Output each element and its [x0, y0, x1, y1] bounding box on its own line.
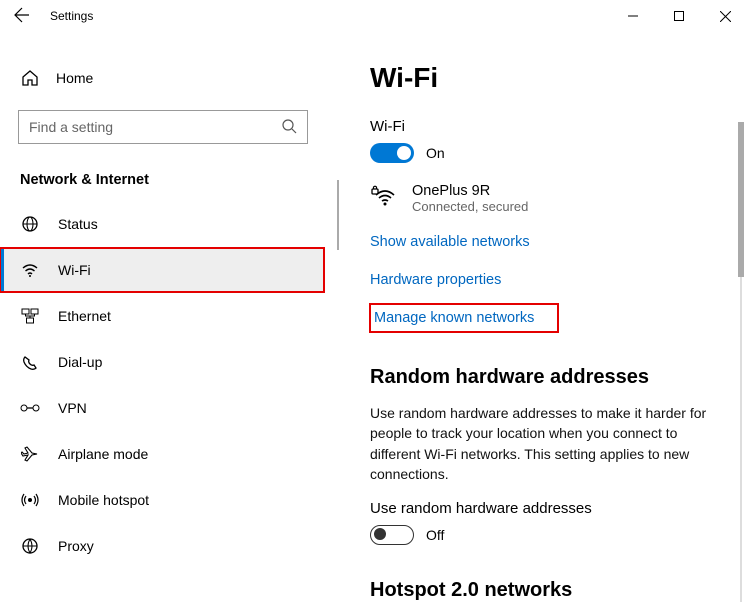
sidebar-item-proxy[interactable]: Proxy [0, 524, 324, 568]
ethernet-icon [20, 306, 40, 326]
search-input[interactable]: Find a setting [18, 110, 308, 144]
sidebar-item-dialup[interactable]: Dial-up [0, 340, 324, 384]
page-title: Wi-Fi [370, 62, 708, 94]
random-toggle-label: Use random hardware addresses [370, 500, 708, 517]
random-addresses-heading: Random hardware addresses [370, 366, 708, 389]
titlebar: Settings [0, 0, 748, 32]
random-addresses-description: Use random hardware addresses to make it… [370, 403, 708, 484]
close-button[interactable] [702, 0, 748, 32]
status-icon [20, 214, 40, 234]
hotspot-heading: Hotspot 2.0 networks [370, 579, 708, 602]
sidebar-item-ethernet[interactable]: Ethernet [0, 294, 324, 338]
sidebar: Home Find a setting Network & Internet S… [0, 32, 340, 614]
sidebar-item-label: Ethernet [58, 308, 111, 324]
sidebar-item-vpn[interactable]: VPN [0, 386, 324, 430]
sidebar-item-airplane[interactable]: Airplane mode [0, 432, 324, 476]
manage-known-networks-link[interactable]: Manage known networks [370, 304, 558, 332]
maximize-button[interactable] [656, 0, 702, 32]
main-content: Wi-Fi Wi-Fi On OnePlus 9R Connected, sec… [340, 32, 748, 614]
home-icon [20, 68, 40, 88]
search-icon [281, 118, 297, 137]
network-name: OnePlus 9R [412, 183, 528, 199]
sidebar-item-label: Airplane mode [58, 446, 148, 462]
vpn-icon [20, 398, 40, 418]
sidebar-item-label: Mobile hotspot [58, 492, 149, 508]
hotspot-icon [20, 490, 40, 510]
wifi-toggle-label: Wi-Fi [370, 118, 708, 135]
random-toggle-state: Off [426, 527, 444, 543]
sidebar-item-label: VPN [58, 400, 87, 416]
search-placeholder: Find a setting [29, 119, 113, 135]
minimize-button[interactable] [610, 0, 656, 32]
sidebar-item-label: Proxy [58, 538, 94, 554]
dialup-icon [20, 352, 40, 372]
sidebar-item-status[interactable]: Status [0, 202, 324, 246]
network-status: Connected, secured [412, 199, 528, 214]
sidebar-item-wifi[interactable]: Wi-Fi [0, 248, 324, 292]
proxy-icon [20, 536, 40, 556]
wifi-secured-icon [370, 183, 396, 212]
hardware-properties-link[interactable]: Hardware properties [370, 266, 509, 294]
window-controls [610, 0, 748, 32]
sidebar-item-label: Wi-Fi [58, 262, 91, 278]
random-addresses-toggle[interactable] [370, 525, 414, 545]
wifi-icon [20, 260, 40, 280]
wifi-toggle-state: On [426, 145, 445, 161]
show-available-networks-link[interactable]: Show available networks [370, 228, 538, 256]
wifi-toggle[interactable] [370, 143, 414, 163]
section-header: Network & Internet [20, 172, 324, 188]
airplane-icon [20, 444, 40, 464]
window-title: Settings [50, 9, 93, 23]
sidebar-item-label: Status [58, 216, 98, 232]
sidebar-item-label: Dial-up [58, 354, 102, 370]
home-link[interactable]: Home [0, 60, 324, 96]
sidebar-scroll-indicator [337, 180, 339, 250]
connected-network[interactable]: OnePlus 9R Connected, secured [370, 183, 708, 214]
sidebar-item-hotspot[interactable]: Mobile hotspot [0, 478, 324, 522]
home-label: Home [56, 70, 93, 86]
back-button[interactable] [14, 7, 34, 26]
scrollbar-thumb[interactable] [738, 122, 744, 277]
